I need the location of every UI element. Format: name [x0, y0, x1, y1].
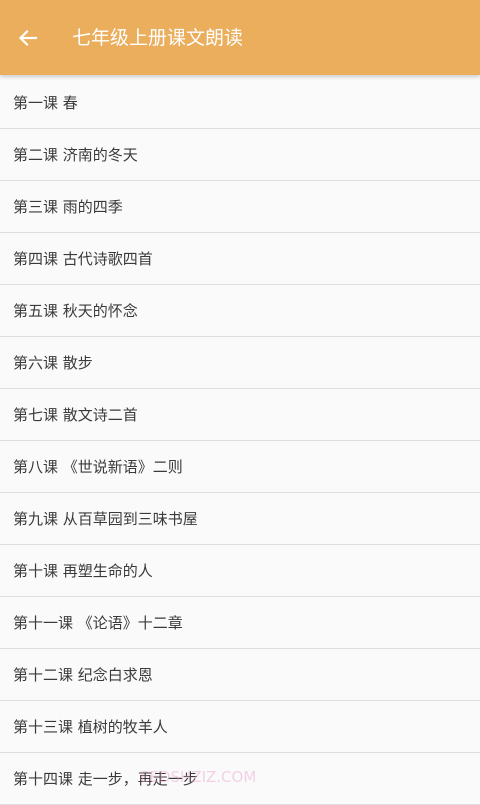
lesson-label: 第九课 从百草园到三味书屋 [13, 510, 198, 528]
lesson-label: 第八课 《世说新语》二则 [13, 458, 183, 476]
lesson-item[interactable]: 第七课 散文诗二首 [0, 389, 480, 441]
lesson-label: 第二课 济南的冬天 [13, 146, 138, 164]
lesson-item[interactable]: 第九课 从百草园到三味书屋 [0, 493, 480, 545]
lesson-item[interactable]: 第二课 济南的冬天 [0, 129, 480, 181]
lesson-label: 第三课 雨的四季 [13, 198, 123, 216]
lesson-label: 第十三课 植树的牧羊人 [13, 718, 168, 736]
lesson-label: 第十四课 走一步，再走一步 [13, 770, 198, 788]
lesson-item[interactable]: 第十二课 纪念白求恩 [0, 649, 480, 701]
lesson-item[interactable]: 第十课 再塑生命的人 [0, 545, 480, 597]
lesson-item[interactable]: 第十三课 植树的牧羊人 [0, 701, 480, 753]
lesson-item[interactable]: 第十一课 《论语》十二章 [0, 597, 480, 649]
lesson-item[interactable]: 第四课 古代诗歌四首 [0, 233, 480, 285]
lesson-label: 第一课 春 [13, 94, 78, 112]
lesson-label: 第十一课 《论语》十二章 [13, 614, 183, 632]
lesson-label: 第七课 散文诗二首 [13, 406, 138, 424]
lesson-item[interactable]: 第五课 秋天的怀念 [0, 285, 480, 337]
lesson-item[interactable]: 第八课 《世说新语》二则 [0, 441, 480, 493]
lesson-label: 第四课 古代诗歌四首 [13, 250, 153, 268]
page-title: 七年级上册课文朗读 [72, 27, 244, 49]
lesson-item[interactable]: 第三课 雨的四季 [0, 181, 480, 233]
back-button[interactable] [10, 20, 46, 56]
lesson-label: 第十课 再塑生命的人 [13, 562, 153, 580]
lesson-label: 第五课 秋天的怀念 [13, 302, 138, 320]
lesson-item[interactable]: 第十四课 走一步，再走一步 [0, 753, 480, 805]
lesson-item[interactable]: 第一课 春 [0, 77, 480, 129]
arrow-left-icon [18, 28, 38, 48]
lesson-list: 第一课 春 第二课 济南的冬天 第三课 雨的四季 第四课 古代诗歌四首 第五课 … [0, 77, 480, 805]
lesson-item[interactable]: 第六课 散步 [0, 337, 480, 389]
app-bar: 七年级上册课文朗读 [0, 0, 480, 75]
lesson-label: 第十二课 纪念白求恩 [13, 666, 153, 684]
lesson-label: 第六课 散步 [13, 354, 93, 372]
